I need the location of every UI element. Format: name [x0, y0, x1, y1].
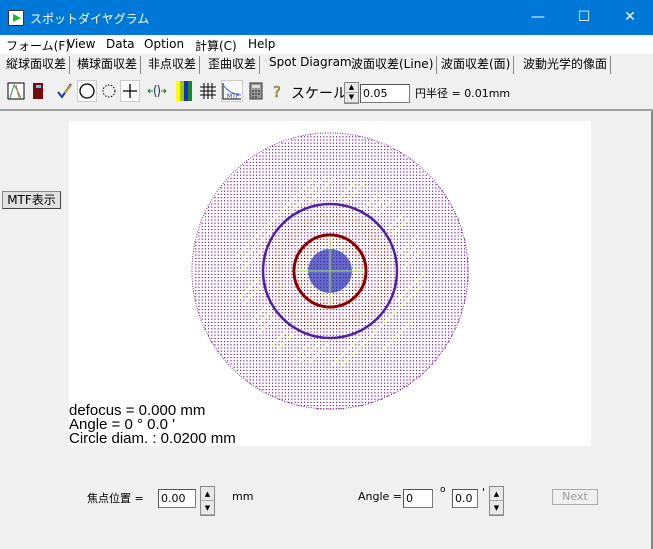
focus-position-label: 焦点位置 = — [87, 492, 144, 505]
svg-text:?: ? — [273, 83, 281, 100]
toolbar: MTF ? スケール ▲ ▼ 0.05 円半径 = 0.01mm — [0, 75, 653, 111]
tab-transverse-spherical[interactable]: 横球面収差 — [74, 56, 142, 74]
window-title: スポットダイヤグラム — [30, 12, 150, 26]
title-bar: スポットダイヤグラム — ☐ ✕ — [0, 0, 653, 35]
menu-bar: フォーム(F) View Data Option 計算(C) Help — [0, 35, 653, 54]
spin-up-icon[interactable]: ▲ — [201, 487, 214, 501]
spot-diagram-canvas: defocus = 0.000 mm Angle = 0 ° 0.0 ' Cir… — [69, 121, 591, 446]
tab-wavefront-line[interactable]: 波面収差(Line) — [348, 56, 438, 74]
grid-icon[interactable] — [198, 80, 218, 102]
angle-spinner[interactable]: ▲ ▼ — [489, 486, 504, 516]
tab-wave-optics-image[interactable]: 波動光学的像面 — [520, 56, 612, 74]
minimize-button[interactable]: — — [515, 0, 561, 35]
spin-up-icon[interactable]: ▲ — [490, 487, 503, 501]
spin-up-icon[interactable]: ▲ — [345, 83, 358, 93]
scale-input[interactable]: 0.05 — [360, 84, 410, 103]
menu-calc[interactable]: 計算(C) — [195, 37, 237, 54]
scale-spinner[interactable]: ▲ ▼ — [344, 82, 359, 104]
spin-down-icon[interactable]: ▼ — [490, 501, 503, 515]
mtf-icon[interactable]: MTF — [221, 80, 243, 102]
spin-down-icon[interactable]: ▼ — [201, 501, 214, 515]
circle-diam-readout: Circle diam. : 0.0200 mm — [69, 430, 236, 446]
minute-symbol: ' — [482, 486, 486, 499]
focus-spinner[interactable]: ▲ ▼ — [200, 486, 215, 516]
calculator-icon[interactable] — [246, 80, 266, 102]
exit-door-icon[interactable] — [28, 80, 48, 102]
menu-view[interactable]: View — [67, 37, 95, 51]
spot-diagram — [191, 132, 469, 410]
dotted-circle-icon[interactable] — [99, 80, 119, 102]
tab-strip: 縦球面収差 横球面収差 非点収差 歪曲収差 Spot Diagram 波面収差(… — [0, 54, 653, 75]
angle-label: Angle = — [358, 490, 403, 503]
pencil-check-icon[interactable] — [55, 80, 75, 102]
scale-label: スケール — [291, 86, 347, 102]
menu-help[interactable]: Help — [248, 37, 275, 51]
degree-symbol: o — [440, 485, 446, 495]
angle-minute-input[interactable]: 0.0 — [452, 489, 478, 508]
next-button[interactable]: Next — [552, 489, 598, 505]
app-lens-icon — [8, 10, 24, 26]
color-bars-icon[interactable] — [174, 80, 194, 102]
svg-text:MTF: MTF — [227, 93, 240, 100]
close-button[interactable]: ✕ — [607, 0, 653, 35]
tab-astigmatism[interactable]: 非点収差 — [145, 56, 201, 74]
lens-arrows-icon[interactable] — [147, 80, 167, 102]
mtf-display-button[interactable]: MTF表示 — [2, 191, 61, 209]
crosshair-icon[interactable] — [120, 80, 140, 102]
focus-position-input[interactable]: 0.00 — [158, 489, 196, 508]
chart-icon[interactable] — [6, 80, 26, 102]
maximize-button[interactable]: ☐ — [561, 0, 607, 35]
menu-data[interactable]: Data — [106, 37, 135, 51]
circle-radius-readout: 円半径 = 0.01mm — [415, 87, 511, 100]
tab-wavefront-surface[interactable]: 波面収差(面) — [438, 56, 515, 74]
angle-degree-input[interactable]: 0 — [403, 489, 433, 508]
tab-spot-diagram[interactable]: Spot Diagram — [266, 54, 355, 74]
tab-longitudinal-spherical[interactable]: 縦球面収差 — [3, 56, 71, 74]
tab-distortion[interactable]: 歪曲収差 — [205, 56, 261, 74]
circle-icon[interactable] — [77, 80, 97, 102]
focus-unit: mm — [232, 490, 254, 503]
menu-form[interactable]: フォーム(F) — [6, 37, 70, 54]
menu-option[interactable]: Option — [144, 37, 184, 51]
help-icon[interactable]: ? — [268, 80, 288, 102]
spin-down-icon[interactable]: ▼ — [345, 93, 358, 103]
